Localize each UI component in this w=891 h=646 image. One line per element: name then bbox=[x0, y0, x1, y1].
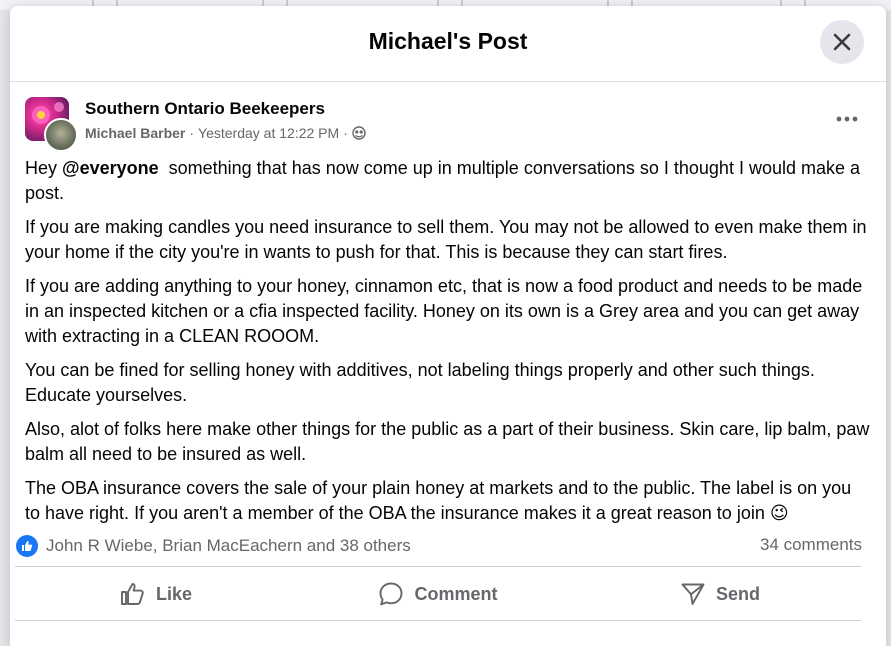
modal-header: Michael's Post bbox=[10, 6, 886, 82]
thumbs-up-icon bbox=[121, 583, 144, 605]
comment-icon bbox=[380, 582, 403, 606]
paragraph-text: Hey bbox=[25, 158, 63, 178]
post-meta: Michael Barber · Yesterday at 12:22 PM · bbox=[85, 125, 366, 141]
post-paragraph: You can be fined for selling honey with … bbox=[25, 360, 815, 405]
mention-link[interactable]: @everyone bbox=[62, 158, 159, 178]
comment-button[interactable]: Comment bbox=[297, 574, 579, 614]
meta-separator: · bbox=[189, 125, 195, 141]
globe-icon bbox=[352, 126, 366, 140]
reaction-summary: John R Wiebe, Brian MacEachern and 38 ot… bbox=[16, 535, 862, 559]
close-button[interactable] bbox=[820, 20, 864, 64]
send-icon bbox=[681, 583, 705, 605]
like-reaction-badge[interactable] bbox=[16, 535, 38, 557]
thumbs-up-icon bbox=[22, 541, 33, 551]
author-name-link[interactable]: Michael Barber bbox=[85, 125, 185, 141]
like-label: Like bbox=[155, 583, 193, 604]
wink-emoji: 😉 bbox=[769, 503, 789, 523]
meta-separator: · bbox=[343, 125, 348, 141]
reaction-names-link[interactable]: John R Wiebe, Brian MacEachern and 38 ot… bbox=[46, 536, 411, 556]
paragraph-text: The OBA insurance covers the sale of you… bbox=[25, 478, 852, 523]
divider bbox=[15, 566, 861, 567]
post-paragraph: The OBA insurance covers the sale of you… bbox=[25, 476, 871, 526]
author-avatar[interactable] bbox=[44, 118, 78, 152]
like-button[interactable]: Like bbox=[15, 574, 297, 614]
post-body: Hey @everyone something that has now com… bbox=[25, 156, 871, 535]
post-header: Southern Ontario Beekeepers Michael Barb… bbox=[25, 97, 875, 152]
comment-count-link[interactable]: 34 comments bbox=[760, 535, 862, 555]
comment-label: Comment bbox=[414, 583, 498, 604]
post-timestamp[interactable]: Yesterday at 12:22 PM bbox=[198, 125, 339, 141]
post-actions: Like Comment Send bbox=[15, 574, 861, 614]
divider bbox=[15, 620, 861, 621]
post-paragraph: Hey @everyone something that has now com… bbox=[25, 156, 871, 206]
post-paragraph: Also, alot of folks here make other thin… bbox=[25, 419, 870, 464]
close-icon bbox=[833, 33, 851, 51]
more-horizontal-icon bbox=[836, 116, 858, 122]
more-options-button[interactable] bbox=[835, 107, 859, 131]
post-paragraph: If you are making candles you need insur… bbox=[25, 217, 867, 262]
send-button[interactable]: Send bbox=[579, 574, 861, 614]
post-paragraph: If you are adding anything to your honey… bbox=[25, 276, 863, 346]
group-name-link[interactable]: Southern Ontario Beekeepers bbox=[85, 99, 325, 119]
send-label: Send bbox=[715, 583, 760, 604]
avatar-group[interactable] bbox=[25, 97, 78, 152]
modal-title: Michael's Post bbox=[368, 28, 528, 54]
